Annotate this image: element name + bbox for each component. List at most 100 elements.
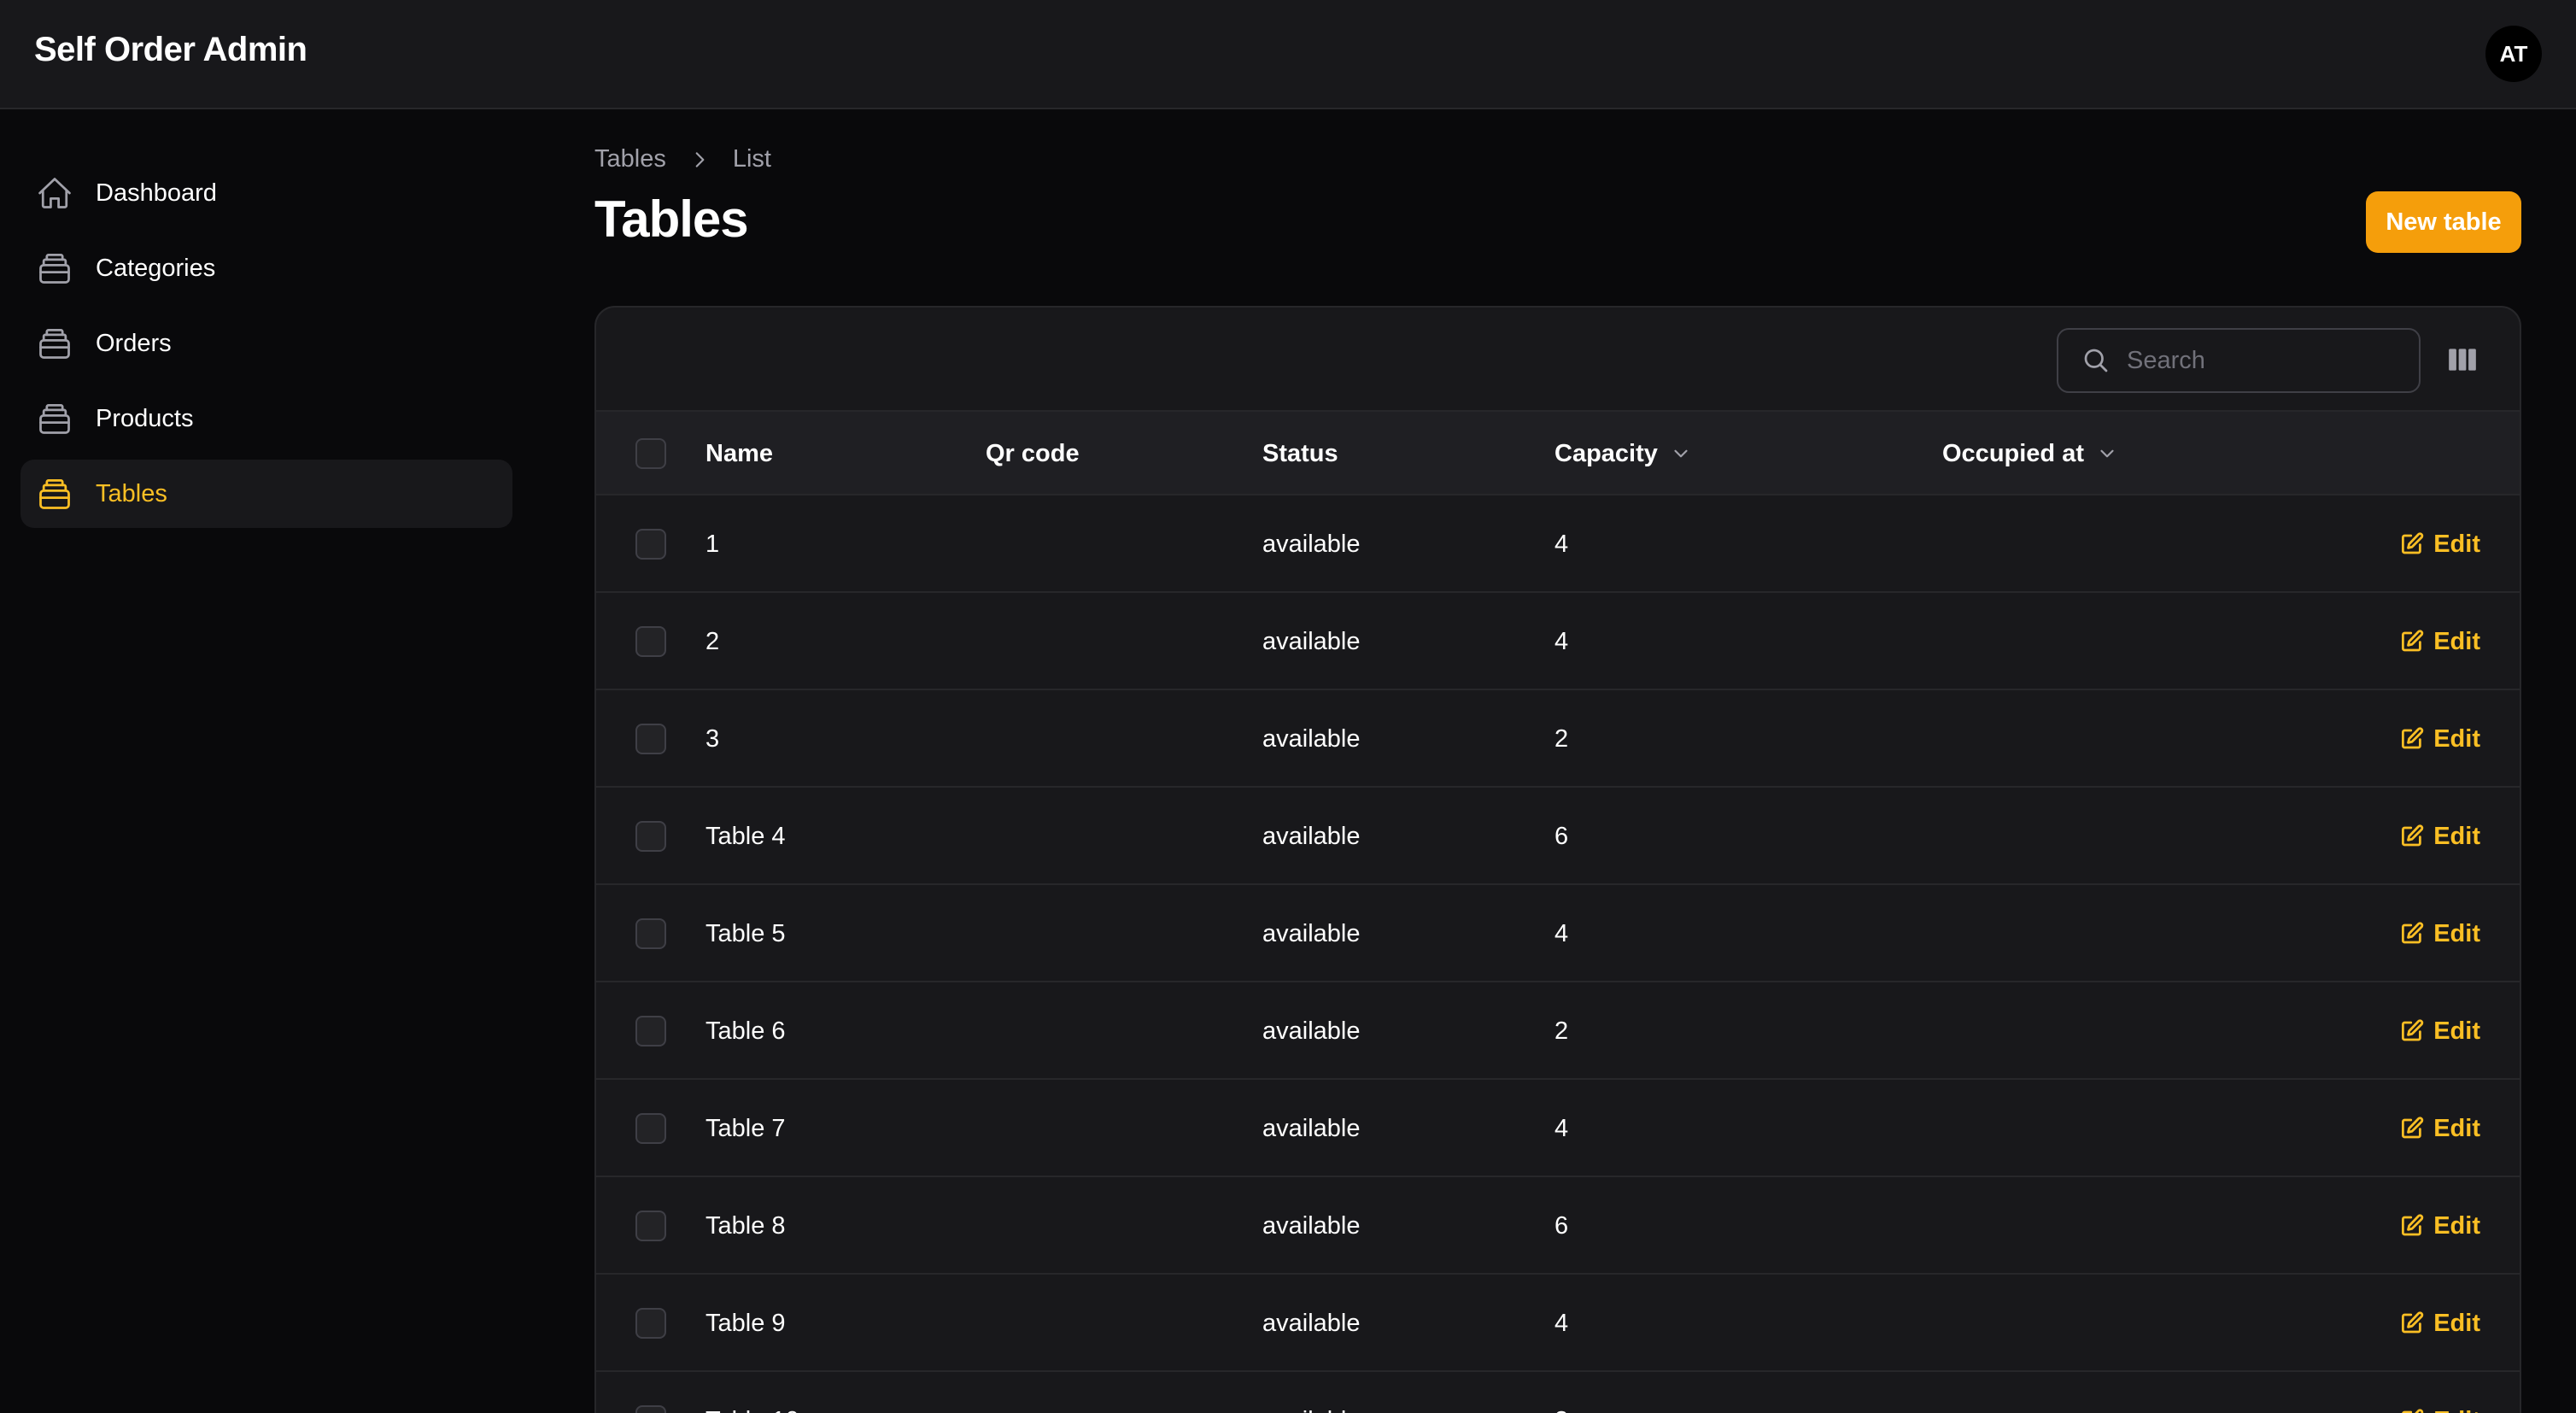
sidebar-item-label: Products [96, 404, 194, 432]
tables-table: Name Qr code Status Capacity Occupied at… [594, 306, 2521, 1413]
row-checkbox[interactable] [635, 529, 666, 560]
cell-name: Table 4 [705, 822, 786, 850]
table-row[interactable]: 1 available 4 Edit [596, 495, 2520, 593]
column-header-name[interactable]: Name [705, 412, 773, 495]
edit-label: Edit [2433, 1309, 2480, 1337]
edit-label: Edit [2433, 724, 2480, 753]
cell-status: available [1262, 919, 1361, 947]
sidebar-item-categories[interactable]: Categories [20, 234, 512, 302]
breadcrumb: Tables List [594, 145, 771, 173]
row-checkbox[interactable] [635, 626, 666, 657]
top-bar: Self Order Admin AT [0, 0, 2576, 109]
row-checkbox[interactable] [635, 1308, 666, 1339]
cell-capacity: 6 [1554, 1211, 1569, 1240]
table-row[interactable]: Table 10 available 2 Edit [596, 1372, 2520, 1413]
edit-button[interactable]: Edit [2399, 1372, 2480, 1413]
cell-status: available [1262, 530, 1361, 558]
user-avatar[interactable]: AT [2485, 26, 2542, 82]
sidebar-item-products[interactable]: Products [20, 384, 512, 453]
table-row[interactable]: Table 9 available 4 Edit [596, 1275, 2520, 1372]
cell-name: Table 10 [705, 1372, 799, 1413]
table-row[interactable]: Table 7 available 4 Edit [596, 1080, 2520, 1177]
sidebar-item-tables[interactable]: Tables [20, 460, 512, 528]
sidebar-item-orders[interactable]: Orders [20, 309, 512, 378]
app-title[interactable]: Self Order Admin [34, 31, 307, 69]
edit-button[interactable]: Edit [2399, 885, 2480, 982]
table-row[interactable]: Table 8 available 6 Edit [596, 1177, 2520, 1275]
edit-label: Edit [2433, 1114, 2480, 1142]
pencil-square-icon [2402, 630, 2424, 652]
home-icon [36, 174, 73, 212]
archive-icon [36, 249, 73, 287]
table-row[interactable]: Table 4 available 6 Edit [596, 788, 2520, 885]
cell-status: available [1262, 822, 1361, 850]
table-row[interactable]: 2 available 4 Edit [596, 593, 2520, 690]
edit-label: Edit [2433, 1407, 2480, 1413]
cell-status: available [1262, 1309, 1361, 1337]
sidebar-item-dashboard[interactable]: Dashboard [20, 159, 512, 227]
row-checkbox[interactable] [635, 1113, 666, 1144]
pencil-square-icon [2402, 727, 2424, 749]
cell-capacity: 4 [1554, 530, 1569, 558]
edit-button[interactable]: Edit [2399, 690, 2480, 788]
breadcrumb-parent[interactable]: Tables [594, 145, 666, 173]
table-row[interactable]: Table 6 available 2 Edit [596, 982, 2520, 1080]
edit-button[interactable]: Edit [2399, 593, 2480, 690]
search-input[interactable] [2127, 346, 2383, 375]
pencil-square-icon [2402, 1409, 2424, 1413]
table-toolbar [596, 308, 2520, 412]
sidebar-item-label: Orders [96, 329, 172, 357]
columns-icon[interactable] [2446, 343, 2479, 376]
cell-name: 2 [705, 627, 720, 655]
cell-name: Table 5 [705, 919, 786, 947]
edit-button[interactable]: Edit [2399, 982, 2480, 1080]
edit-label: Edit [2433, 1211, 2480, 1240]
cell-name: Table 8 [705, 1211, 786, 1240]
cell-status: available [1262, 1211, 1361, 1240]
edit-button[interactable]: Edit [2399, 495, 2480, 593]
pencil-square-icon [2402, 1019, 2424, 1041]
edit-button[interactable]: Edit [2399, 1177, 2480, 1275]
cell-status: available [1262, 724, 1361, 753]
row-checkbox[interactable] [635, 1405, 666, 1413]
cell-status: available [1262, 627, 1361, 655]
search-icon [2084, 349, 2108, 372]
edit-label: Edit [2433, 822, 2480, 850]
row-checkbox[interactable] [635, 821, 666, 852]
archive-icon [36, 475, 73, 513]
cell-capacity: 4 [1554, 627, 1569, 655]
page-title: Tables [594, 191, 749, 248]
cell-capacity: 4 [1554, 919, 1569, 947]
row-checkbox[interactable] [635, 724, 666, 754]
cell-capacity: 2 [1554, 1017, 1569, 1045]
row-checkbox[interactable] [635, 918, 666, 949]
table-row[interactable]: Table 5 available 4 Edit [596, 885, 2520, 982]
cell-capacity: 4 [1554, 1114, 1569, 1142]
edit-label: Edit [2433, 1017, 2480, 1045]
edit-button[interactable]: Edit [2399, 1080, 2480, 1177]
cell-status: available [1262, 1017, 1361, 1045]
column-header-occupied-at[interactable]: Occupied at [1942, 412, 2118, 495]
select-all-checkbox[interactable] [635, 438, 666, 469]
table-row[interactable]: 3 available 2 Edit [596, 690, 2520, 788]
column-header-label: Capacity [1554, 439, 1658, 467]
edit-button[interactable]: Edit [2399, 1275, 2480, 1372]
pencil-square-icon [2402, 1117, 2424, 1139]
pencil-square-icon [2402, 922, 2424, 944]
row-checkbox[interactable] [635, 1211, 666, 1241]
sidebar-item-label: Dashboard [96, 179, 217, 207]
cell-name: 3 [705, 724, 720, 753]
table-header-row: Name Qr code Status Capacity Occupied at [596, 412, 2520, 495]
pencil-square-icon [2402, 1311, 2424, 1334]
column-header-capacity[interactable]: Capacity [1554, 412, 1692, 495]
row-checkbox[interactable] [635, 1016, 666, 1047]
cell-capacity: 6 [1554, 822, 1569, 850]
new-table-button[interactable]: New table [2366, 191, 2521, 253]
edit-button[interactable]: Edit [2399, 788, 2480, 885]
edit-label: Edit [2433, 530, 2480, 558]
cell-status: available [1262, 1372, 1360, 1413]
pencil-square-icon [2402, 1214, 2424, 1236]
search-field[interactable] [2057, 328, 2421, 393]
cell-capacity: 4 [1554, 1309, 1569, 1337]
sidebar-item-label: Categories [96, 254, 216, 282]
